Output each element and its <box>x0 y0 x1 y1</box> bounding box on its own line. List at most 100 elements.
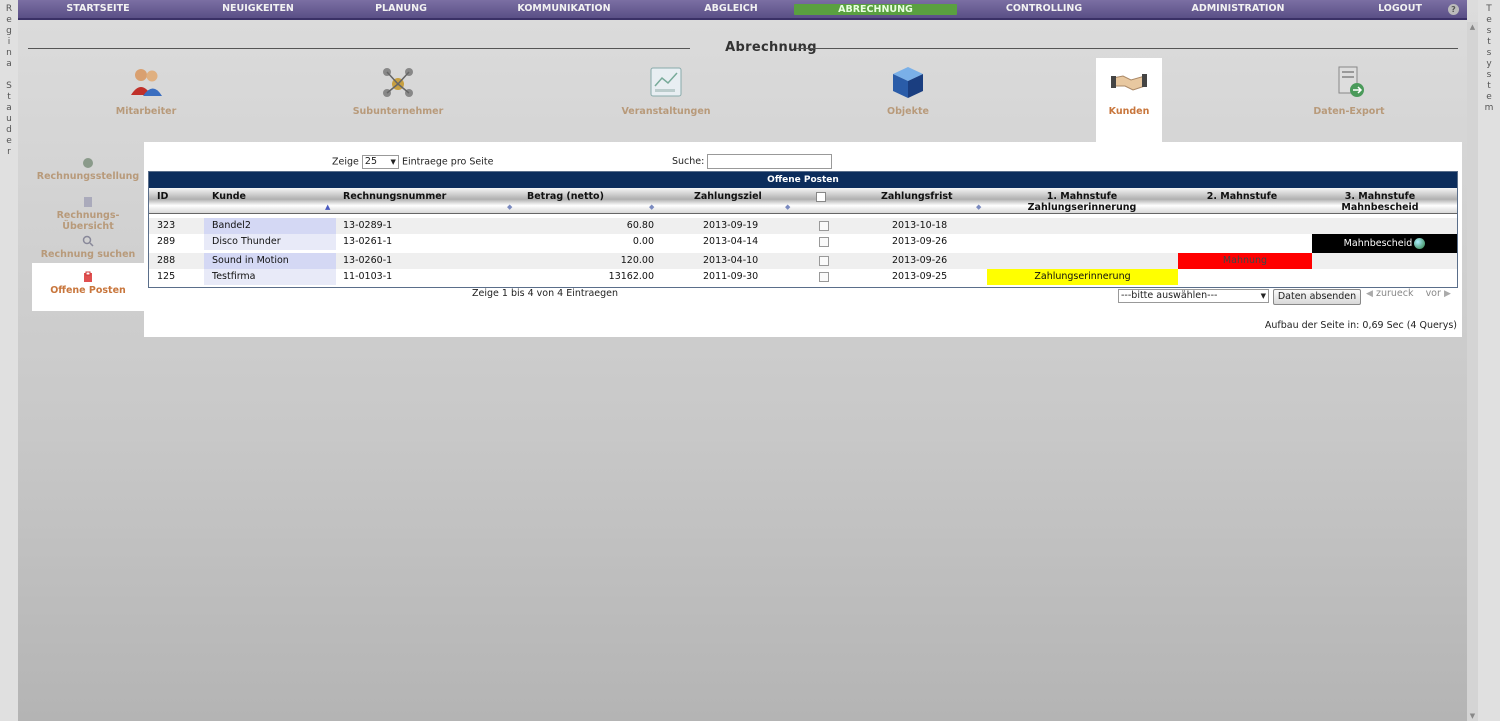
cell-rechnungsnummer: 13-0261-1 <box>343 236 393 247</box>
page-size-value: 25 <box>364 156 377 167</box>
globe-icon[interactable] <box>1414 238 1426 249</box>
nav-abgleich[interactable]: ABGLEICH <box>662 0 800 18</box>
side-letter: t <box>1487 37 1491 47</box>
cell-kunde: Bandel2 <box>204 218 336 234</box>
help-icon[interactable]: ? <box>1448 4 1459 15</box>
cell-kunde: Sound in Motion <box>204 253 336 269</box>
cell-mahnstufe-3[interactable]: Mahnbescheid <box>1312 234 1457 253</box>
col-id[interactable]: ID <box>157 191 168 202</box>
submenu-rechnungsstellung[interactable]: Rechnungsstellung <box>32 157 144 182</box>
module-label: Subunternehmer <box>352 106 444 117</box>
action-select[interactable]: ---bitte auswählen--- ▼ <box>1118 289 1269 303</box>
side-letter: s <box>1486 70 1492 80</box>
page-size-select[interactable]: 25 ▼ <box>361 155 399 169</box>
side-letter: e <box>1486 15 1492 25</box>
side-letter: i <box>7 37 11 47</box>
submenu-label: Offene Posten <box>50 285 126 296</box>
module-kunden[interactable]: Kunden <box>1096 58 1162 142</box>
prev-arrow-icon[interactable]: ◀ <box>1366 289 1373 299</box>
cell-zahlungsziel: 2013-04-14 <box>703 236 759 247</box>
col-kunde[interactable]: Kunde <box>212 191 246 202</box>
submit-button[interactable]: Daten absenden <box>1273 289 1361 305</box>
cell-mahnstufe-1[interactable]: Zahlungserinnerung <box>987 269 1178 285</box>
sort-icon: ◆ <box>507 203 513 211</box>
network-users-icon <box>383 68 413 97</box>
cell-kunde: Testfirma <box>204 269 336 285</box>
col-mahnstufe-3-title: 3. Mahnstufe <box>1344 191 1416 202</box>
side-letter: a <box>6 59 12 69</box>
side-letter: e <box>1486 92 1492 102</box>
nav-planung[interactable]: PLANUNG <box>338 0 464 18</box>
module-objekte[interactable]: Objekte <box>858 58 958 142</box>
col-mahnstufe-3[interactable]: 3. Mahnstufe Mahnbescheid <box>1313 191 1447 213</box>
table-caption: Offene Posten <box>149 172 1457 188</box>
next-arrow-icon[interactable]: ▶ <box>1444 289 1451 299</box>
col-mahnstufe-1-subtitle: Zahlungserinnerung <box>1027 202 1137 213</box>
invoice-overview-icon <box>84 197 92 207</box>
table-row[interactable]: 288 Sound in Motion 13-0260-1 120.00 201… <box>149 253 1457 269</box>
col-mahnstufe-1[interactable]: 1. Mahnstufe Zahlungserinnerung <box>987 191 1177 213</box>
search-input[interactable] <box>707 154 833 169</box>
side-letter: n <box>6 48 12 58</box>
col-rechnungsnummer[interactable]: Rechnungsnummer <box>343 191 446 202</box>
nav-controlling[interactable]: CONTROLLING <box>964 0 1124 18</box>
mahnbescheid-label: Mahnbescheid <box>1343 238 1413 249</box>
submenu-rechnungs-uebersicht[interactable]: Rechnungs-Übersicht <box>32 196 144 232</box>
module-veranstaltungen[interactable]: Veranstaltungen <box>614 58 718 142</box>
cell-id: 289 <box>157 236 176 247</box>
col-mahnstufe-1-title: 1. Mahnstufe <box>1046 191 1118 202</box>
col-zahlungsfrist[interactable]: Zahlungsfrist <box>881 191 953 202</box>
table-row[interactable]: 323 Bandel2 13-0289-1 60.80 2013-09-19 2… <box>149 218 1457 234</box>
invoice-search-icon <box>82 235 94 247</box>
row-checkbox[interactable] <box>819 237 829 247</box>
submenu-rechnung-suchen[interactable]: Rechnung suchen <box>32 235 144 260</box>
col-betrag[interactable]: Betrag (netto) <box>527 191 604 202</box>
scroll-up-icon[interactable]: ▲ <box>1467 22 1478 32</box>
cell-zahlungsfrist: 2013-09-26 <box>892 236 948 247</box>
title-rule-right <box>796 48 1458 49</box>
table-row[interactable]: 125 Testfirma 11-0103-1 13162.00 2011-09… <box>149 269 1457 285</box>
page-title-bar: Abrechnung <box>28 40 1458 58</box>
cell-betrag: 0.00 <box>632 236 654 247</box>
sort-icon: ◆ <box>649 203 655 211</box>
cell-rechnungsnummer: 11-0103-1 <box>343 271 393 282</box>
vertical-scrollbar[interactable]: ▲ ▼ <box>1467 22 1478 721</box>
nav-logout[interactable]: LOGOUT <box>1348 0 1452 18</box>
row-checkbox[interactable] <box>819 221 829 231</box>
nav-startseite[interactable]: STARTSEITE <box>20 0 176 18</box>
module-daten-export[interactable]: Daten-Export <box>1300 58 1398 142</box>
submenu-offene-posten[interactable]: Offene Posten <box>32 263 144 311</box>
cell-mahnstufe-2[interactable]: Mahnung <box>1178 253 1312 269</box>
handshake-icon <box>1111 74 1147 91</box>
table-info: Zeige 1 bis 4 von 4 Eintraegen <box>472 288 619 299</box>
scroll-down-icon[interactable]: ▼ <box>1467 711 1478 721</box>
module-mitarbeiter[interactable]: Mitarbeiter <box>96 58 196 142</box>
side-letter: t <box>7 92 11 102</box>
col-zahlungsziel[interactable]: Zahlungsziel <box>694 191 762 202</box>
cell-rechnungsnummer: 13-0260-1 <box>343 255 393 266</box>
next-page-link[interactable]: vor <box>1426 288 1441 299</box>
nav-administration[interactable]: ADMINISTRATION <box>1138 0 1338 18</box>
main-panel: Zeige 25 ▼ Eintraege pro Seite Suche: Of… <box>144 142 1462 337</box>
sort-icon: ◆ <box>785 203 791 211</box>
side-letter: S <box>6 81 12 91</box>
col-mahnstufe-2[interactable]: 2. Mahnstufe <box>1179 191 1305 202</box>
cube-icon <box>893 67 923 98</box>
cell-kunde: Disco Thunder <box>204 234 336 250</box>
open-items-table: Offene Posten ID Kunde ▲ Rechnungsnummer… <box>148 171 1458 288</box>
row-checkbox[interactable] <box>819 272 829 282</box>
module-subunternehmer[interactable]: Subunternehmer <box>346 58 450 142</box>
table-row[interactable]: 289 Disco Thunder 13-0261-1 0.00 2013-04… <box>149 234 1457 253</box>
nav-neuigkeiten[interactable]: NEUIGKEITEN <box>178 0 338 18</box>
side-letter: e <box>6 136 12 146</box>
row-checkbox[interactable] <box>819 256 829 266</box>
prev-page-link[interactable]: zurueck <box>1376 288 1414 299</box>
select-all-checkbox[interactable] <box>816 192 826 202</box>
module-label: Kunden <box>1108 106 1150 117</box>
nav-kommunikation[interactable]: KOMMUNIKATION <box>468 0 660 18</box>
user-name-vertical: R e g i n a S t a u d e r <box>0 0 18 721</box>
nav-abrechnung[interactable]: ABRECHNUNG <box>794 4 957 15</box>
side-letter: r <box>7 147 11 157</box>
side-letter: y <box>1486 59 1492 69</box>
cell-id: 323 <box>157 220 176 231</box>
